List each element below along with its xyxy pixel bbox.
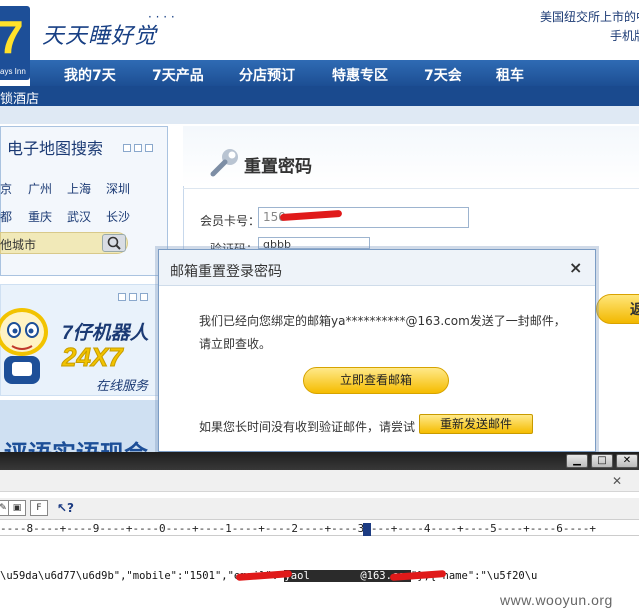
- dialog-message: 我们已经向您绑定的邮箱ya**********@163.com发送了一封邮件，请…: [199, 314, 566, 351]
- city-link[interactable]: 重庆: [28, 208, 52, 225]
- browser-page: 7 ays Inn 天天睡好觉 · · · · 美国纽交所上市的中 手机版 我的…: [0, 0, 639, 452]
- resend-email-button[interactable]: 重新发送邮件: [419, 414, 533, 434]
- panel-controls: [123, 141, 156, 155]
- resend-hint: 如果您长时间没有收到验证邮件，请尝试: [199, 420, 416, 434]
- sub-nav-label[interactable]: 锁酒店: [0, 88, 39, 107]
- main-nav: 我的7天 7天产品 分店预订 特惠专区 7天会 租车: [30, 60, 639, 86]
- close-icon[interactable]: ×: [569, 260, 582, 276]
- city-link[interactable]: 都: [0, 208, 12, 225]
- logo[interactable]: 7 ays Inn: [0, 6, 30, 80]
- promo-subtitle: 在线服务: [96, 379, 149, 394]
- city-link[interactable]: 长沙: [106, 208, 130, 225]
- email-reset-dialog: 邮箱重置登录密码 × 我们已经向您绑定的邮箱ya**********@163.c…: [158, 249, 596, 452]
- picture-icon[interactable]: ▣: [8, 500, 26, 516]
- map-search-title: 电子地图搜索: [7, 139, 104, 158]
- city-link[interactable]: 上海: [67, 180, 91, 197]
- nav-item-booking[interactable]: 分店预订: [239, 65, 295, 85]
- wrench-icon: [210, 149, 238, 177]
- editor-titlebar: ▁ □ ✕: [0, 452, 639, 470]
- page-title: 重置密码: [244, 157, 312, 177]
- editor-toolbar: ✎ ▣ F ↖?: [0, 498, 639, 520]
- bottom-banner-text: 评语实语现会: [4, 434, 148, 452]
- close-window-button[interactable]: ✕: [616, 454, 638, 468]
- promo-title: 7仔机器人: [62, 323, 149, 344]
- sub-nav: 锁酒店: [0, 86, 639, 107]
- dialog-header: 邮箱重置登录密码 ×: [159, 250, 595, 286]
- member-card-label: 会员卡号：: [200, 214, 261, 228]
- promo-controls: [118, 290, 151, 304]
- text-before: \u59da\u6d77\u6d9b","mobile":"1501: [0, 570, 215, 582]
- nav-item-my-7days[interactable]: 我的7天: [64, 65, 116, 85]
- nav-item-club[interactable]: 7天会: [424, 65, 462, 85]
- slogan: 天天睡好觉: [42, 24, 158, 49]
- nav-item-deals[interactable]: 特惠专区: [332, 65, 388, 85]
- search-button[interactable]: [102, 234, 126, 252]
- submit-button-label: 返: [630, 302, 639, 318]
- editor-menubar: ✕: [0, 470, 639, 492]
- nav-item-products[interactable]: 7天产品: [152, 65, 204, 85]
- check-mailbox-button[interactable]: 立即查看邮箱: [303, 367, 449, 394]
- minimize-button[interactable]: ▁: [566, 454, 588, 468]
- top-note: 美国纽交所上市的中: [540, 10, 639, 24]
- mobile-version-link[interactable]: 手机版: [610, 27, 639, 44]
- document-text-line[interactable]: \u59da\u6d77\u6d9b","mobile":"1501","ema…: [0, 569, 639, 583]
- maximize-button[interactable]: □: [591, 454, 613, 468]
- city-search-placeholder: 他城市: [0, 238, 37, 252]
- help-icon[interactable]: ↖?: [56, 500, 74, 516]
- file-icon[interactable]: F: [30, 500, 48, 516]
- slogan-decoration: · · · ·: [148, 10, 175, 24]
- city-link[interactable]: 深圳: [106, 180, 130, 197]
- watermark: www.wooyun.org: [500, 592, 613, 608]
- text-editor-window: ▁ □ ✕ ✕ ✎ ▣ F ↖? ----8----+----9----+---…: [0, 452, 639, 610]
- promo-badge: 24X7: [62, 342, 124, 373]
- search-icon: [107, 236, 121, 250]
- city-link[interactable]: 广州: [28, 180, 52, 197]
- nav-item-car-rental[interactable]: 租车: [496, 65, 524, 85]
- city-link[interactable]: 武汉: [67, 208, 91, 225]
- logo-number: 7: [0, 11, 24, 63]
- ruler-cursor: [363, 523, 371, 536]
- captcha-input[interactable]: qbbb: [258, 237, 370, 249]
- city-link[interactable]: 京: [0, 180, 12, 197]
- divider: [183, 188, 639, 189]
- close-document-icon[interactable]: ✕: [612, 474, 622, 488]
- dialog-title: 邮箱重置登录密码: [170, 264, 282, 280]
- robot-mascot-icon: [0, 308, 48, 384]
- logo-brand: ays Inn: [0, 67, 26, 76]
- ruler: ----8----+----9----+----0----+----1----+…: [0, 522, 639, 536]
- divider-band: [0, 106, 639, 124]
- captcha-value: qbbb: [263, 238, 291, 249]
